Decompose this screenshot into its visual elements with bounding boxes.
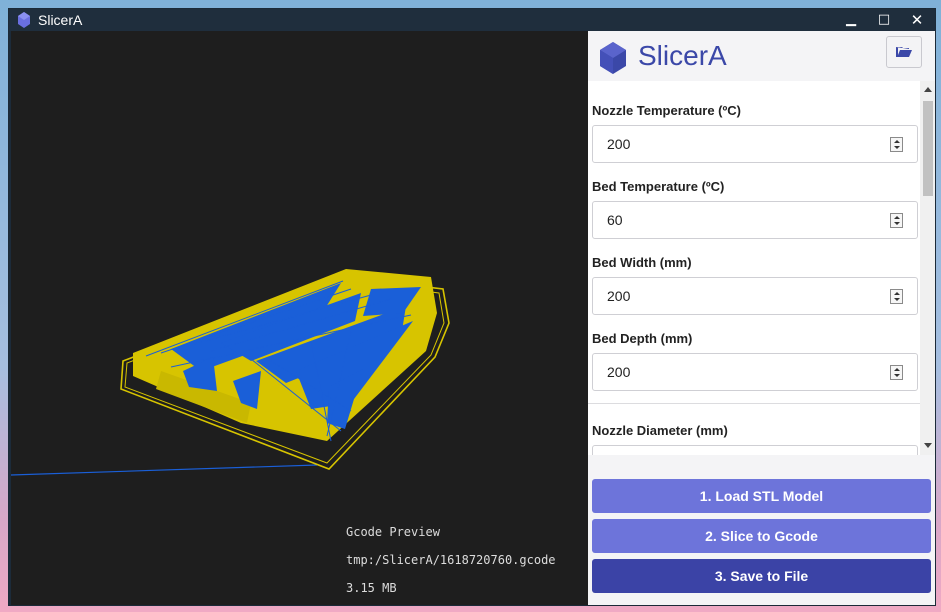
- chevron-up-icon: [894, 292, 900, 295]
- scroll-thumb[interactable]: [923, 101, 933, 196]
- chevron-down-icon: [894, 146, 900, 149]
- bed-width-label: Bed Width (mm): [592, 255, 692, 270]
- bed-depth-value: 200: [607, 364, 631, 380]
- bed-temperature-stepper[interactable]: [890, 213, 903, 228]
- travel-line: [11, 464, 318, 476]
- scroll-down-arrow-icon[interactable]: [924, 443, 932, 448]
- scroll-up-arrow-icon[interactable]: [924, 87, 932, 92]
- panel-header: SlicerA: [588, 31, 935, 81]
- save-to-file-button[interactable]: 3. Save to File: [592, 559, 931, 593]
- gem-icon: [600, 42, 626, 74]
- nozzle-temperature-value: 200: [607, 136, 631, 152]
- bed-depth-input[interactable]: 200: [592, 353, 918, 391]
- nozzle-temperature-label: Nozzle Temperature (ºC): [592, 103, 741, 118]
- bed-temperature-input[interactable]: 60: [592, 201, 918, 239]
- bed-depth-stepper[interactable]: [890, 365, 903, 380]
- bed-temperature-label: Bed Temperature (ºC): [592, 179, 725, 194]
- load-stl-model-button[interactable]: 1. Load STL Model: [592, 479, 931, 513]
- nozzle-diameter-label: Nozzle Diameter (mm): [592, 423, 728, 438]
- bed-depth-label: Bed Depth (mm): [592, 331, 693, 346]
- gcode-file-size: 3.15 MB: [346, 581, 397, 595]
- gcode-file-path: tmp:/SlicerA/1618720760.gcode: [346, 553, 556, 567]
- minimize-button[interactable]: ▁: [840, 11, 862, 29]
- chevron-up-icon: [894, 140, 900, 143]
- chevron-down-icon: [894, 298, 900, 301]
- chevron-down-icon: [894, 374, 900, 377]
- folder-open-icon: [896, 47, 912, 57]
- bed-width-input[interactable]: 200: [592, 277, 918, 315]
- nozzle-diameter-input[interactable]: [592, 445, 918, 455]
- settings-form[interactable]: Nozzle Temperature (ºC) 200 Bed Temperat…: [588, 81, 920, 455]
- open-file-button[interactable]: [886, 36, 922, 68]
- gcode-preview-viewport[interactable]: Gcode Preview tmp:/SlicerA/1618720760.gc…: [11, 31, 588, 605]
- gcode-info-title: Gcode Preview: [346, 525, 440, 539]
- nozzle-temperature-stepper[interactable]: [890, 137, 903, 152]
- title-bar[interactable]: SlicerA ▁ □ ✕: [9, 9, 935, 31]
- nozzle-temperature-input[interactable]: 200: [592, 125, 918, 163]
- bed-temperature-value: 60: [607, 212, 623, 228]
- bed-width-value: 200: [607, 288, 631, 304]
- maximize-button[interactable]: □: [873, 11, 895, 29]
- chevron-down-icon: [894, 222, 900, 225]
- app-window: SlicerA ▁ □ ✕ Gcode Preview tmp:/SlicerA…: [8, 8, 936, 606]
- bed-width-stepper[interactable]: [890, 289, 903, 304]
- settings-panel: SlicerA Nozzle Temperature (ºC) 200 Bed …: [588, 31, 935, 605]
- close-button[interactable]: ✕: [906, 11, 928, 29]
- window-title: SlicerA: [38, 12, 83, 28]
- form-scrollbar[interactable]: [920, 81, 935, 455]
- gem-icon: [18, 12, 30, 28]
- chevron-up-icon: [894, 368, 900, 371]
- slice-to-gcode-button[interactable]: 2. Slice to Gcode: [592, 519, 931, 553]
- brand-title: SlicerA: [638, 40, 727, 71]
- section-divider: [588, 403, 920, 404]
- gcode-info-panel: Gcode Preview tmp:/SlicerA/1618720760.gc…: [346, 518, 556, 602]
- chevron-up-icon: [894, 216, 900, 219]
